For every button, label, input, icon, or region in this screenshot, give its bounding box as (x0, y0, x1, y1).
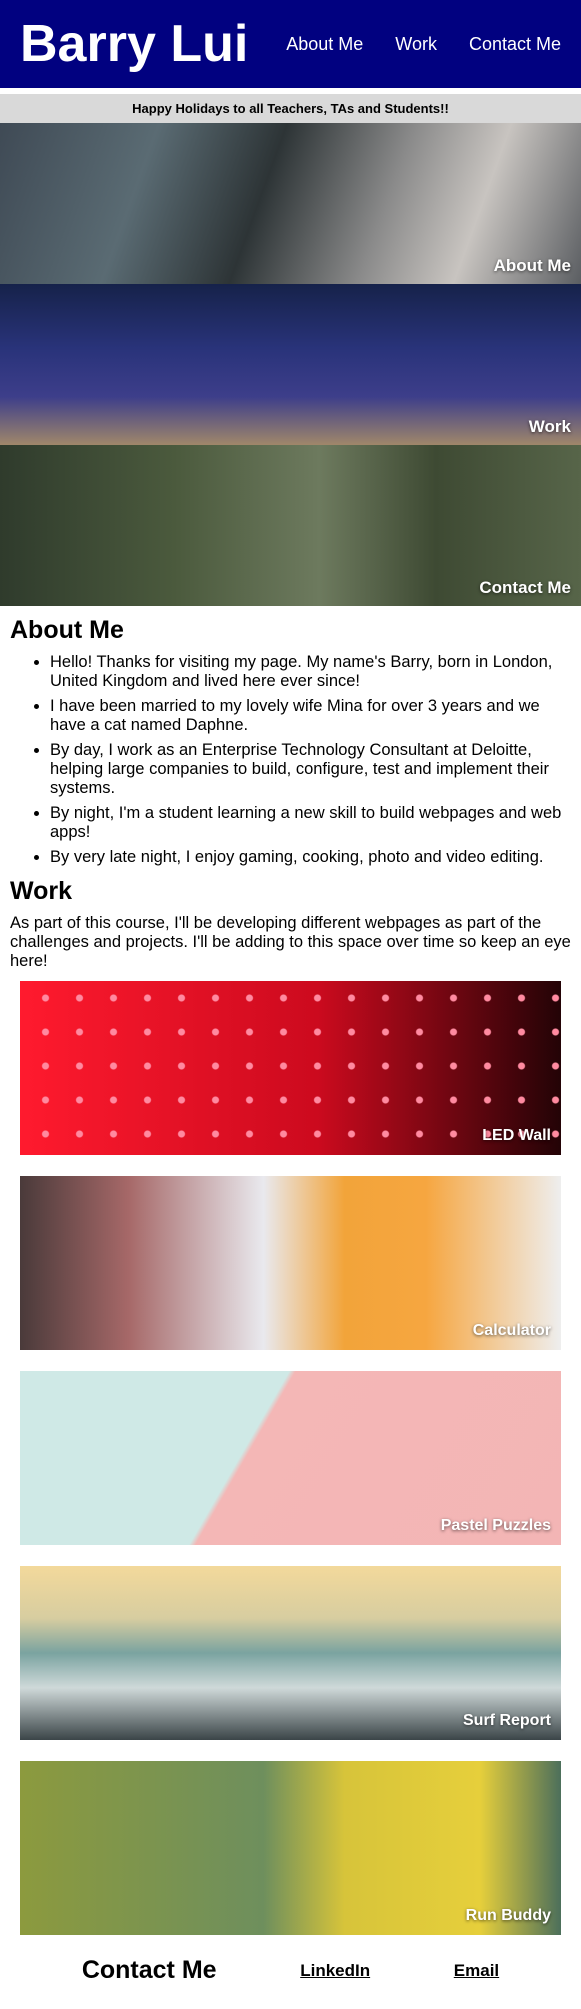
linkedin-link[interactable]: LinkedIn (300, 1961, 370, 1981)
project-label: Calculator (472, 1322, 551, 1339)
site-header: Barry Lui About Me Work Contact Me (0, 0, 581, 88)
email-link[interactable]: Email (454, 1961, 499, 1981)
list-item: By very late night, I enjoy gaming, cook… (50, 848, 571, 867)
hero-contact[interactable]: Contact Me (0, 445, 581, 606)
list-item: I have been married to my lovely wife Mi… (50, 697, 571, 735)
about-section: About Me Hello! Thanks for visiting my p… (0, 616, 581, 867)
project-label: Pastel Puzzles (440, 1517, 551, 1534)
project-label: Surf Report (463, 1712, 551, 1729)
list-item: Hello! Thanks for visiting my page. My n… (50, 653, 571, 691)
project-card-run-buddy[interactable]: Run Buddy (20, 1761, 561, 1935)
list-item: By day, I work as an Enterprise Technolo… (50, 741, 571, 798)
work-title: Work (10, 877, 73, 905)
project-card-calculator[interactable]: Calculator (20, 1176, 561, 1350)
about-title: About Me (10, 616, 124, 644)
nav-about[interactable]: About Me (286, 34, 363, 55)
hero-work-label: Work (528, 417, 571, 436)
hero-about[interactable]: About Me (0, 123, 581, 284)
site-brand: Barry Lui (20, 15, 249, 73)
project-card-led-wall[interactable]: LED Wall (20, 981, 561, 1155)
project-list: LED Wall Calculator Pastel Puzzles Surf … (0, 981, 581, 1935)
about-list: Hello! Thanks for visiting my page. My n… (10, 653, 571, 867)
notice-banner: Happy Holidays to all Teachers, TAs and … (0, 94, 581, 123)
project-label: LED Wall (482, 1127, 551, 1144)
hero-work[interactable]: Work (0, 284, 581, 445)
project-card-surf-report[interactable]: Surf Report (20, 1566, 561, 1740)
nav-work[interactable]: Work (395, 34, 437, 55)
hero-contact-label: Contact Me (479, 578, 571, 597)
work-section: Work As part of this course, I'll be dev… (0, 877, 581, 971)
project-label: Run Buddy (465, 1907, 551, 1924)
work-intro: As part of this course, I'll be developi… (10, 914, 571, 970)
contact-section: Contact Me LinkedIn Email (0, 1956, 581, 1985)
contact-title: Contact Me (81, 1956, 217, 1984)
project-card-pastel-puzzles[interactable]: Pastel Puzzles (20, 1371, 561, 1545)
main-nav: About Me Work Contact Me (286, 34, 561, 55)
list-item: By night, I'm a student learning a new s… (50, 804, 571, 842)
hero-about-label: About Me (493, 256, 571, 275)
nav-contact[interactable]: Contact Me (469, 34, 561, 55)
